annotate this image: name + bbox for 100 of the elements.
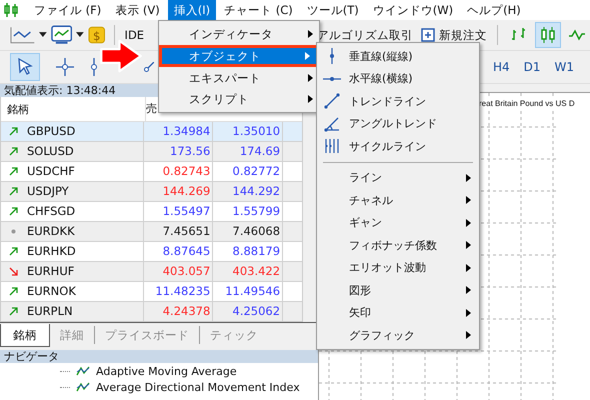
menu-item[interactable]: チャネル [317,189,479,212]
submenu-arrow-icon [466,174,471,182]
new-order-button[interactable]: 新規注文 [419,26,490,44]
bid-cell: 144.269 [142,182,212,201]
menu-item[interactable]: ウインドウ(W) [366,0,460,20]
bid-cell: 4.24378 [142,302,212,321]
bid-cell: 11.48235 [142,282,212,301]
table-row[interactable]: USDCHF 0.82743 0.82772 [1,162,302,182]
table-row[interactable]: EURPLN 4.24378 4.25062 [1,302,302,322]
caret-icon[interactable] [76,32,84,38]
submenu-arrow-icon [308,95,313,103]
submenu-arrow-icon [466,264,471,272]
indicator-icon [76,366,90,376]
trendline-tool-button[interactable] [144,62,154,72]
symbol-cell-text: USDJPY [27,183,69,200]
submenu-arrow-icon [466,241,471,250]
candlestick-icon [539,27,558,43]
symbol-cell-text: EURHUF [27,263,74,280]
navigator-item[interactable]: Adaptive Moving Average [96,364,237,378]
table-row[interactable]: SOLUSD 173.56 174.69 [1,142,302,162]
trendline-icon [144,62,154,72]
menu-item[interactable]: 表示 (V) [109,0,166,20]
ask-cell: 403.422 [212,262,282,281]
bar-chart-icon [510,27,528,43]
column-header[interactable]: 銘柄 [1,102,145,116]
navigator-item[interactable]: Average Directional Movement Index [96,380,300,394]
submenu-arrow-icon [305,52,310,60]
line-chart-icon[interactable] [10,26,36,44]
ide-button[interactable]: IDE [122,26,146,44]
table-row[interactable]: EURNOK 11.48235 11.49546 [1,282,302,302]
menu-item[interactable]: フィボナッチ係数 [317,234,479,256]
menu-item[interactable]: ヘルプ(H) [461,0,527,20]
vertical-line-icon [90,58,98,76]
ask-cell: 1.35010 [212,122,282,141]
ask-cell: 174.69 [212,142,282,161]
table-row[interactable]: EURHUF 403.057 403.422 [1,262,302,282]
symbol-cell-text: EURDKK [27,223,75,240]
submenu-arrow-icon [466,218,471,227]
angle-trend-icon [324,116,340,132]
timeframe-button[interactable]: H4 [486,58,516,76]
symbol-cell-text: GBPUSD [27,123,76,140]
cursor-tool-button[interactable] [10,53,40,81]
table-row[interactable]: USDJPY 144.269 144.292 [1,182,302,202]
annotation-arrow [99,38,143,74]
vertical-line-icon [329,48,335,64]
menu-item[interactable]: アングルトレンド [317,112,479,135]
indicator-icon [76,382,90,392]
timeframe-button[interactable]: W1 [548,58,580,76]
ask-cell: 8.88179 [212,242,282,261]
menu-item[interactable]: 矢印 [317,302,479,324]
menu-item[interactable]: ファイル (F) [28,0,108,20]
timeframe-button[interactable]: D1 [518,58,546,76]
menu-item[interactable]: サイクルライン [317,135,479,158]
menu-item[interactable]: オブジェクト [159,45,319,67]
submenu-arrow-icon [466,308,471,317]
menu-item[interactable]: 垂直線(縦線) [317,45,479,68]
bid-cell: 7.45651 [142,222,212,241]
crosshair-tool-button[interactable] [56,58,74,76]
line-chart-icon [568,27,586,43]
menu-item[interactable]: 挿入(I) [168,0,216,20]
chart-window-icon[interactable] [51,25,72,45]
menu-item[interactable]: 水平線(横線) [317,68,479,90]
submenu-arrow-icon [466,331,471,340]
ask-cell: 144.292 [212,182,282,201]
plus-square-icon [421,28,436,42]
menu-item[interactable]: チャート (C) [218,0,299,20]
table-row[interactable]: EURHKD 8.87645 8.88179 [1,242,302,262]
menu-item[interactable]: インディケータ [159,24,319,44]
horizontal-line-icon [323,76,341,82]
bid-cell: 173.56 [142,142,212,161]
bid-cell: 403.057 [142,262,212,281]
crosshair-icon [56,58,74,76]
candlestick-logo-icon [4,3,20,17]
menu-item[interactable]: ツール(T) [300,0,365,20]
menu-item[interactable]: トレンドライン [317,90,479,112]
submenu-arrow-icon [308,30,313,38]
ask-cell: 4.25062 [212,302,282,321]
navigator-header: ナビゲータ [0,350,318,363]
menu-item[interactable]: グラフィック [317,324,479,346]
caret-icon[interactable] [39,32,47,38]
dollar-coin-icon[interactable]: $ [88,26,106,44]
tab[interactable]: 銘柄 [0,324,50,346]
vertical-line-tool-button[interactable] [90,58,98,76]
symbol-cell-text: EURPLN [27,303,73,320]
menu-item[interactable]: ライン [317,166,479,189]
symbol-cell-text: USDCHF [27,163,75,180]
trendline-icon [324,93,340,110]
symbol-cell-text: CHFSGD [27,203,76,220]
candlestick-button[interactable] [535,22,561,48]
table-row[interactable]: GBPUSD 1.34984 1.35010 [1,122,302,142]
table-row[interactable]: EURDKK 7.45651 7.46068 [1,222,302,242]
table-row[interactable]: CHFSGD 1.55497 1.55799 [1,202,302,222]
menu-item[interactable]: 図形 [317,279,479,302]
menu-item[interactable]: ギャン [317,212,479,234]
bid-cell: 8.87645 [142,242,212,261]
bid-cell: 0.82743 [142,162,212,181]
submenu-arrow-icon [466,286,471,294]
cycle-lines-icon [324,138,340,154]
menu-item[interactable]: エリオット波動 [317,256,479,279]
symbol-cell-text: SOLUSD [27,143,74,160]
